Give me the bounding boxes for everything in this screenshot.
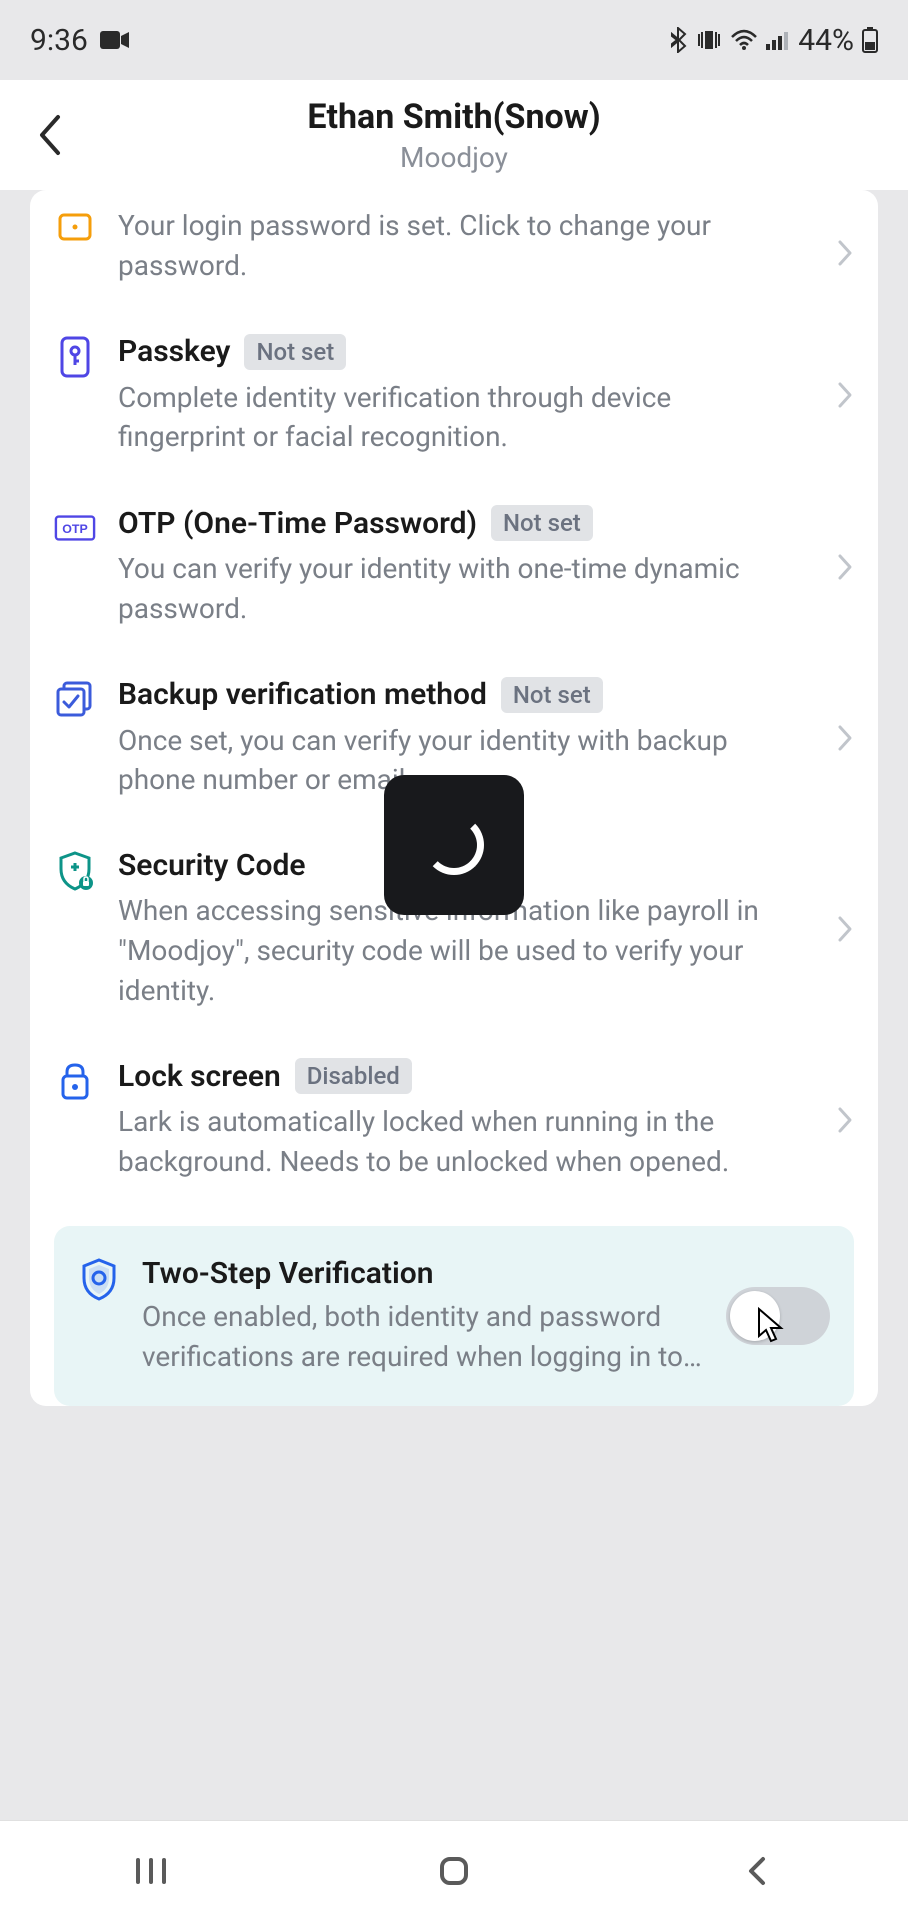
chevron-right-icon — [836, 238, 854, 268]
setting-two-step-verification: Two-Step Verification Once enabled, both… — [54, 1226, 854, 1407]
toggle-knob — [730, 1291, 780, 1341]
wifi-icon — [730, 29, 758, 51]
passkey-badge: Not set — [244, 334, 346, 370]
lock-screen-title: Lock screen — [118, 1059, 281, 1094]
setting-lock-screen[interactable]: Lock screen Disabled Lark is automatical… — [30, 1034, 878, 1206]
security-code-icon — [54, 850, 96, 892]
chevron-right-icon — [836, 552, 854, 582]
chevron-right-icon — [836, 1105, 854, 1135]
loading-overlay — [384, 775, 524, 915]
svg-text:OTP: OTP — [62, 522, 87, 536]
shield-icon — [78, 1258, 120, 1300]
passkey-icon — [54, 336, 96, 378]
otp-desc: You can verify your identity with one-ti… — [118, 549, 804, 629]
setting-otp[interactable]: OTP OTP (One-Time Password) Not set You … — [30, 481, 878, 653]
back-button[interactable] — [20, 105, 80, 165]
two-step-toggle[interactable] — [726, 1287, 830, 1345]
lock-screen-badge: Disabled — [295, 1058, 412, 1094]
backup-verification-icon — [54, 679, 96, 721]
nav-back-button[interactable] — [697, 1841, 817, 1901]
status-right: 44% — [670, 23, 878, 58]
lock-screen-desc: Lark is automatically locked when runnin… — [118, 1102, 804, 1182]
chevron-right-icon — [836, 380, 854, 410]
android-nav-bar — [0, 1820, 908, 1920]
two-step-title: Two-Step Verification — [142, 1256, 710, 1291]
otp-title: OTP (One-Time Password) — [118, 506, 477, 541]
vibrate-icon — [696, 28, 722, 52]
security-code-title: Security Code — [118, 848, 306, 883]
passkey-title: Passkey — [118, 334, 230, 369]
chevron-right-icon — [836, 914, 854, 944]
spinner-icon — [424, 815, 484, 875]
status-time: 9:36 — [30, 23, 88, 58]
otp-icon: OTP — [54, 507, 96, 549]
backup-title: Backup verification method — [118, 677, 487, 712]
battery-percent: 44% — [798, 23, 854, 58]
app-header: Ethan Smith(Snow) Moodjoy — [0, 80, 908, 190]
backup-badge: Not set — [501, 677, 603, 713]
bluetooth-icon — [670, 27, 688, 53]
lock-screen-icon — [54, 1060, 96, 1102]
android-status-bar: 9:36 44% — [0, 0, 908, 80]
page-title: Ethan Smith(Snow) — [307, 97, 600, 137]
login-password-desc: Your login password is set. Click to cha… — [118, 206, 804, 286]
password-icon — [54, 206, 96, 248]
nav-recents-button[interactable] — [91, 1841, 211, 1901]
battery-icon — [862, 27, 878, 53]
page-subtitle: Moodjoy — [400, 141, 508, 174]
chevron-right-icon — [836, 723, 854, 753]
setting-login-password[interactable]: Your login password is set. Click to cha… — [30, 196, 878, 310]
otp-badge: Not set — [491, 505, 593, 541]
passkey-desc: Complete identity verification through d… — [118, 378, 804, 458]
two-step-desc: Once enabled, both identity and password… — [142, 1297, 710, 1377]
setting-passkey[interactable]: Passkey Not set Complete identity verifi… — [30, 310, 878, 482]
nav-home-button[interactable] — [394, 1841, 514, 1901]
status-left: 9:36 — [30, 23, 130, 58]
signal-icon — [766, 30, 790, 50]
recording-icon — [100, 29, 130, 51]
header-titles: Ethan Smith(Snow) Moodjoy — [0, 97, 908, 174]
